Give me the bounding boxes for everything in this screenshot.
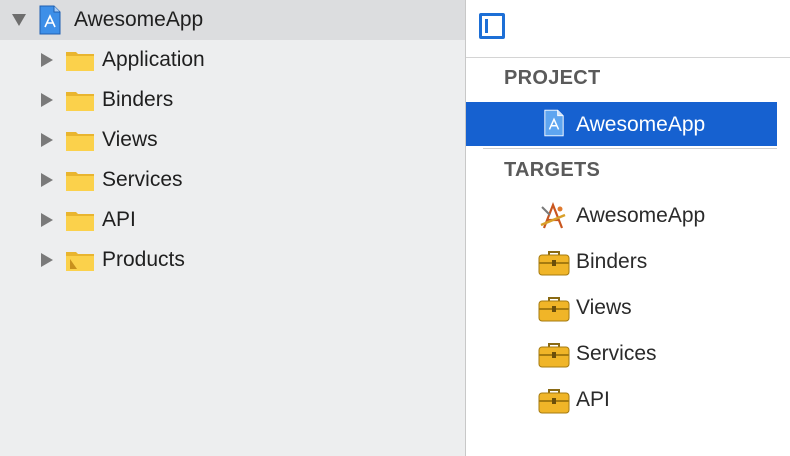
navigator-group-label: Application [102, 48, 205, 71]
project-editor-sidebar: PROJECT AwesomeApp TARGETS AwesomeApp Bi… [466, 0, 790, 456]
targets-section-header: TARGETS [504, 159, 601, 181]
project-row-awesomeapp[interactable]: AwesomeApp [466, 102, 777, 146]
framework-toolbox-icon [538, 389, 570, 414]
app-target-icon [540, 201, 566, 229]
navigator-group-label: Binders [102, 88, 174, 111]
toolbar-divider [466, 57, 790, 58]
navigator-root-label: AwesomeApp [74, 8, 204, 31]
navigator-group-label: Services [102, 168, 183, 191]
xcode-project-icon [39, 5, 61, 35]
framework-toolbox-icon [538, 251, 570, 276]
framework-toolbox-icon [538, 343, 570, 368]
disclosure-open-icon[interactable] [12, 14, 26, 26]
disclosure-closed-icon[interactable] [41, 53, 53, 67]
disclosure-closed-icon[interactable] [41, 213, 53, 227]
project-navigator: AwesomeApp Application Binders Views Ser… [0, 0, 465, 456]
project-row-label: AwesomeApp [576, 113, 706, 136]
target-row-label: API [576, 388, 610, 411]
navigator-root-row[interactable]: AwesomeApp [0, 0, 465, 40]
navigator-group-label: Products [102, 248, 185, 271]
folder-icon [66, 172, 94, 191]
folder-icon [66, 132, 94, 151]
disclosure-closed-icon[interactable] [41, 253, 53, 267]
folder-icon [66, 52, 94, 71]
disclosure-closed-icon[interactable] [41, 173, 53, 187]
navigator-group-label: Views [102, 128, 158, 151]
framework-toolbox-icon [538, 297, 570, 322]
target-row-label: Services [576, 342, 657, 365]
target-row-label: Binders [576, 250, 648, 273]
project-section-header: PROJECT [504, 67, 601, 89]
folder-icon [66, 92, 94, 111]
xcode-project-icon [544, 109, 564, 137]
sidebar-toggle-icon[interactable] [479, 13, 505, 39]
disclosure-closed-icon[interactable] [41, 93, 53, 107]
products-folder-icon [66, 252, 94, 271]
target-row-label: AwesomeApp [576, 204, 706, 227]
target-row-label: Views [576, 296, 632, 319]
navigator-group-label: API [102, 208, 136, 231]
section-divider [483, 148, 777, 149]
folder-icon [66, 212, 94, 231]
disclosure-closed-icon[interactable] [41, 133, 53, 147]
